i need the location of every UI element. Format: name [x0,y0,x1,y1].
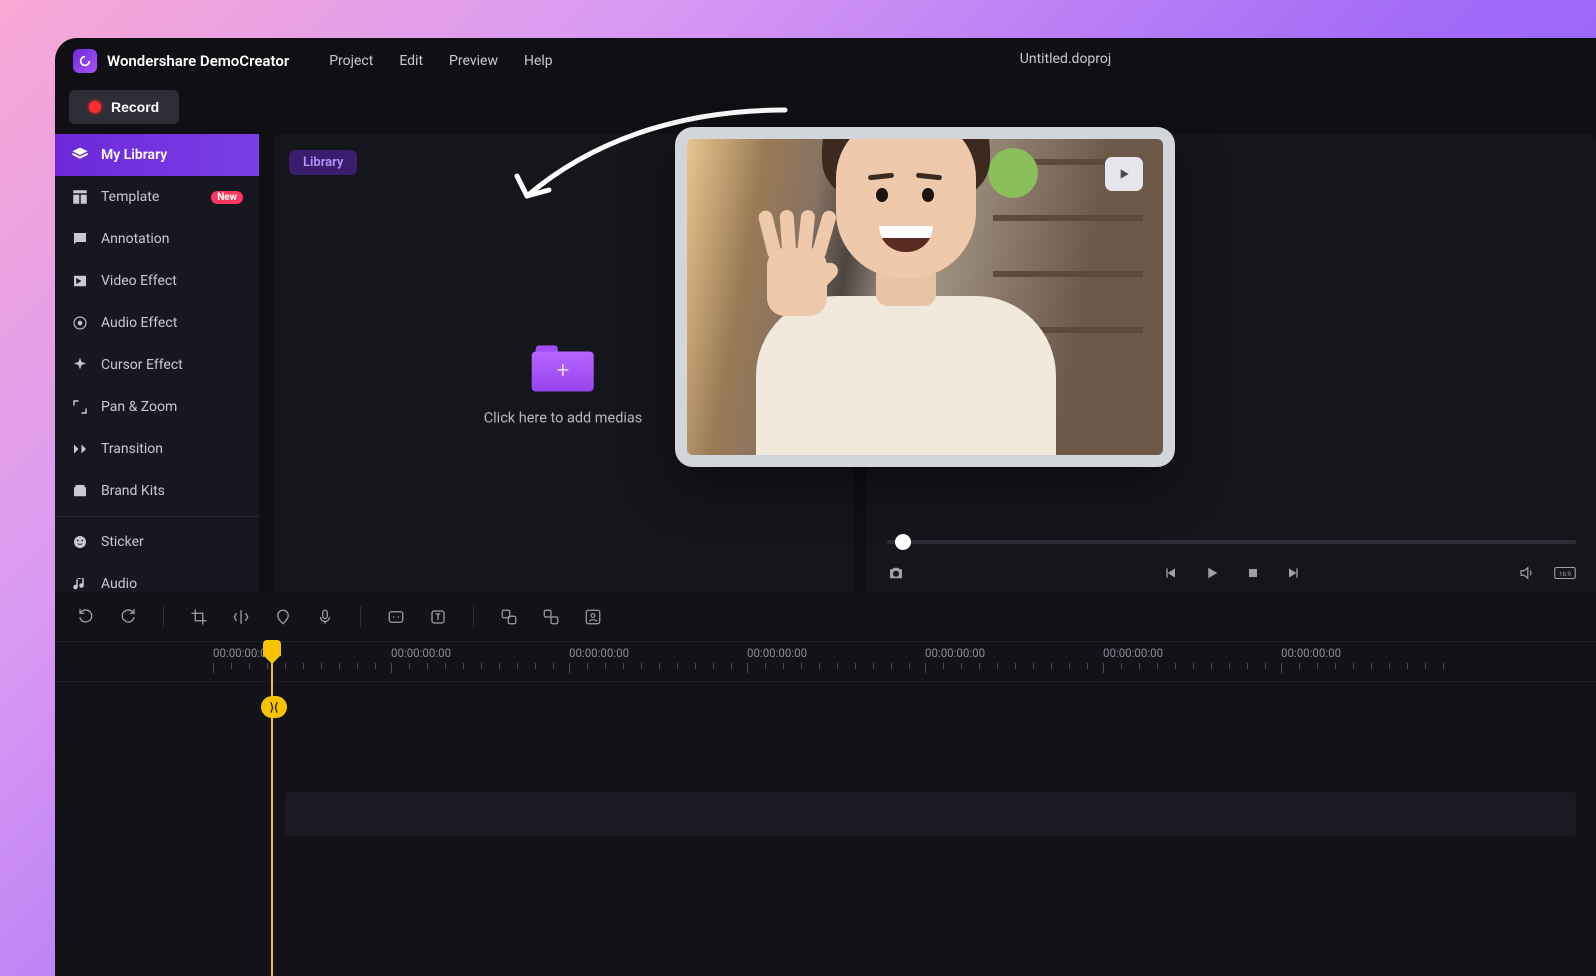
group-icon[interactable] [500,608,518,626]
redo-icon[interactable] [119,608,137,626]
sidebar-item-video-effect[interactable]: Video Effect [55,260,259,302]
crop-icon[interactable] [190,608,208,626]
drop-hint: Click here to add medias [484,409,643,426]
sidebar-item-transition[interactable]: Transition [55,428,259,470]
video-scene-illustration [687,139,1163,455]
transport-controls: 16:9 [887,558,1576,588]
marker-icon[interactable] [274,608,292,626]
library-tab[interactable]: Library [289,150,357,175]
stop-icon[interactable] [1245,565,1261,581]
sidebar-item-label: Sticker [101,534,144,550]
split-marker-icon[interactable]: ⟩⟨ [261,696,287,718]
sidebar-item-label: Cursor Effect [101,357,183,373]
record-button[interactable]: Record [69,90,179,124]
sidebar-separator [55,516,259,517]
menu-edit[interactable]: Edit [399,53,423,69]
layers-icon [71,146,89,164]
sidebar-item-cursor-effect[interactable]: Cursor Effect [55,344,259,386]
toolbar-separator [473,606,474,628]
sidebar-item-pan-zoom[interactable]: Pan & Zoom [55,386,259,428]
toolbar-separator [360,606,361,628]
timecode-label: 00:00:00:00 [1103,646,1163,660]
audio-icon [71,575,89,593]
caption-icon[interactable] [387,608,405,626]
sidebar-item-label: Audio [101,576,137,592]
video-effect-icon [71,272,89,290]
titlebar: Wondershare DemoCreator Project Edit Pre… [55,38,1596,84]
mic-icon[interactable] [316,608,334,626]
sidebar-item-sticker[interactable]: Sticker [55,521,259,563]
sidebar-item-label: Transition [101,441,163,457]
cursor-effect-icon [71,356,89,374]
sidebar-item-label: Template [101,189,159,205]
timecode-label: 00:00:00:00 [747,646,807,660]
menu-help[interactable]: Help [524,53,553,69]
timecode-label: 00:00:00:00 [569,646,629,660]
project-title: Untitled.doproj [1020,51,1111,67]
menu-project[interactable]: Project [329,53,373,69]
sidebar-item-label: My Library [101,147,167,163]
sidebar-item-label: Pan & Zoom [101,399,177,415]
brand-kits-icon [71,482,89,500]
template-icon [71,188,89,206]
sidebar: My Library Template New Annotation Video… [55,134,259,600]
split-icon[interactable] [232,608,250,626]
brand-title: Wondershare DemoCreator [107,52,289,70]
pan-zoom-icon [71,398,89,416]
aspect-ratio-icon[interactable]: 16:9 [1554,566,1576,580]
timeline-track[interactable] [285,792,1576,836]
sidebar-item-label: Video Effect [101,273,177,289]
volume-icon[interactable] [1518,564,1536,582]
main-menu: Project Edit Preview Help [329,53,552,69]
record-label: Record [111,99,159,115]
folder-plus-icon: + [532,345,594,391]
timeline-toolbar [55,592,1596,642]
floating-video-preview [675,127,1175,467]
new-badge: New [211,191,243,204]
next-frame-icon[interactable] [1285,565,1301,581]
playhead[interactable] [271,642,273,976]
text-box-icon[interactable] [429,608,447,626]
scrubber-handle[interactable] [895,534,911,550]
add-media-dropzone[interactable]: + Click here to add medias [484,345,643,426]
app-logo-icon [73,49,97,73]
transition-icon [71,440,89,458]
toolbar-separator [163,606,164,628]
timecode-label: 00:00:00:00 [391,646,451,660]
timeline-section: 00:00:00:00 00:00:00:00 00:00:00:00 00:00:0… [55,592,1596,976]
annotation-icon [71,230,89,248]
sidebar-item-label: Audio Effect [101,315,177,331]
sticker-icon [71,533,89,551]
timeline-tracks[interactable] [55,682,1596,942]
record-dot-icon [89,101,101,113]
undo-icon[interactable] [77,608,95,626]
sidebar-item-template[interactable]: Template New [55,176,259,218]
person-box-icon[interactable] [584,608,602,626]
sidebar-item-annotation[interactable]: Annotation [55,218,259,260]
svg-text:16:9: 16:9 [1559,570,1572,578]
play-icon[interactable] [1203,564,1221,582]
timeline-ruler[interactable]: 00:00:00:00 00:00:00:00 00:00:00:00 00:00:0… [55,642,1596,682]
prev-frame-icon[interactable] [1163,565,1179,581]
sidebar-item-brand-kits[interactable]: Brand Kits [55,470,259,512]
timecode-label: 00:00:00:00 [925,646,985,660]
sidebar-item-label: Annotation [101,231,169,247]
sidebar-item-label: Brand Kits [101,483,165,499]
play-overlay-icon[interactable] [1105,157,1143,191]
timecode-label: 00:00:00:00 [1281,646,1341,660]
sidebar-item-audio-effect[interactable]: Audio Effect [55,302,259,344]
audio-effect-icon [71,314,89,332]
ungroup-icon[interactable] [542,608,560,626]
playback-scrubber[interactable] [887,540,1576,544]
snapshot-icon[interactable] [887,564,905,582]
sidebar-item-my-library[interactable]: My Library [55,134,259,176]
menu-preview[interactable]: Preview [449,53,498,69]
